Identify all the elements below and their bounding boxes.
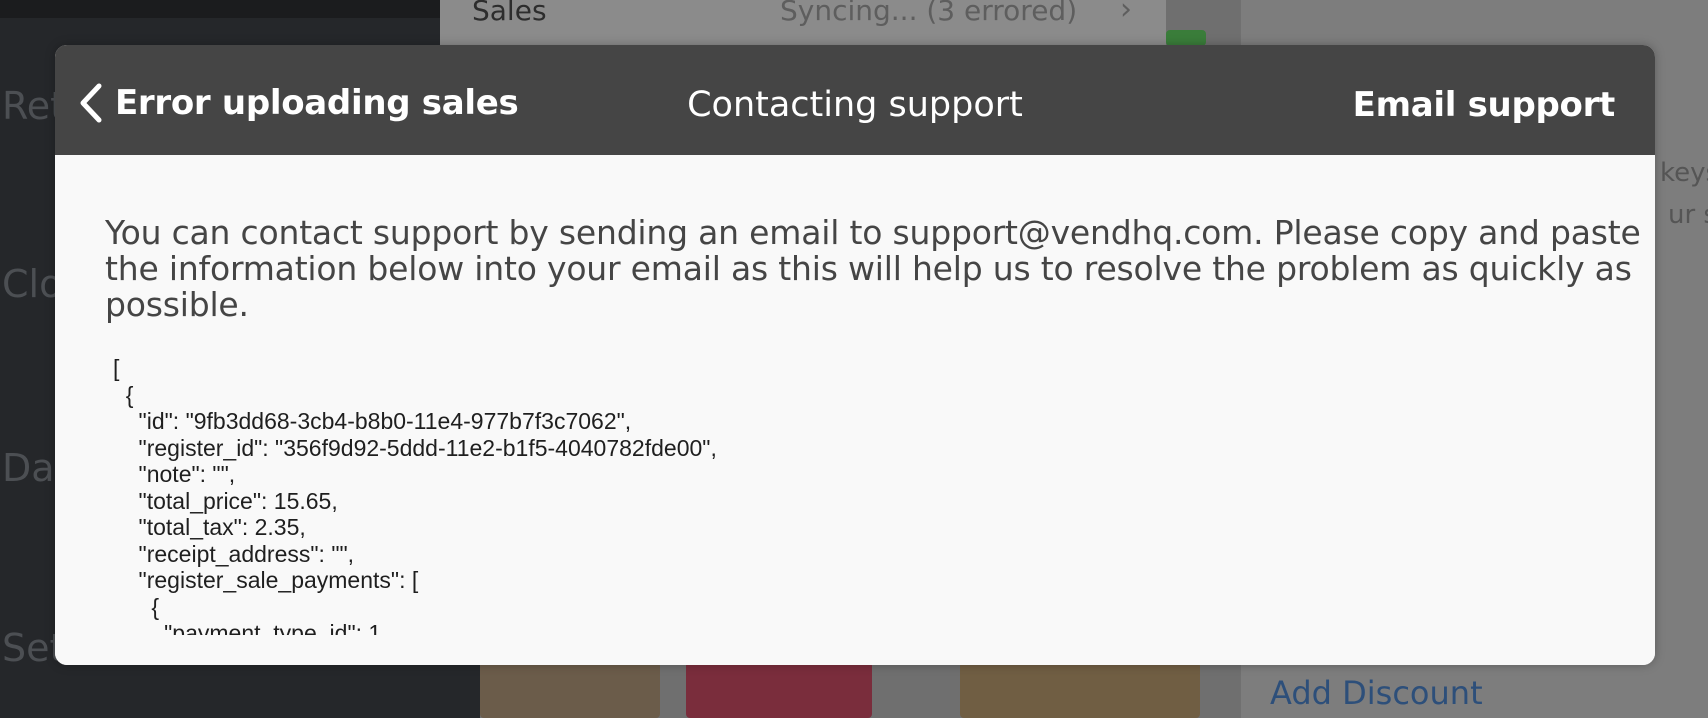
error-payload-scroll-area[interactable]: [ { "id": "9fb3dd68-3cb4-b8b0-11e4-977b7… [113,355,1593,635]
background-product-thumb [480,662,660,718]
support-instructions: You can contact support by sending an em… [105,213,1641,324]
add-discount-link: Add Discount [1270,674,1483,712]
background-product-thumb [686,662,872,718]
background-sidebar-topbar [0,0,440,18]
background-nav-item: Clo [2,262,63,306]
background-text-fragment: ur sa [1668,200,1708,230]
error-payload-text[interactable]: [ { "id": "9fb3dd68-3cb4-b8b0-11e4-977b7… [113,355,1593,635]
email-support-button[interactable]: Email support [1353,85,1616,125]
background-sales-label: Sales [472,0,547,27]
contact-support-modal: Error uploading sales Contacting support… [55,45,1655,665]
background-status-indicator [1166,30,1206,46]
modal-body: You can contact support by sending an em… [55,155,1655,665]
background-sales-status: Syncing... (3 errored) [780,0,1078,27]
background-text-fragment: keys [1660,158,1708,188]
modal-header: Error uploading sales Contacting support… [55,45,1655,156]
background-sales-row: Sales Syncing... (3 errored) › [440,0,1166,47]
chevron-right-icon: › [1120,0,1132,27]
background-product-thumb [960,662,1200,718]
